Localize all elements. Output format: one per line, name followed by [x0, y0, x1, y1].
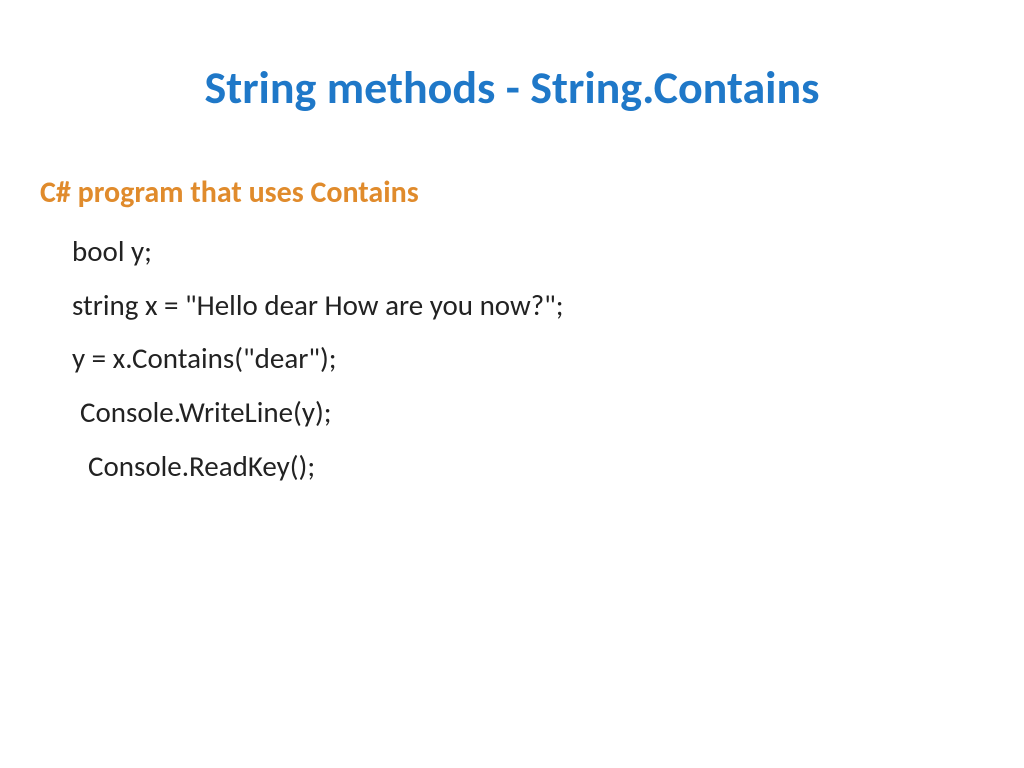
slide-subheading: C# program that uses Contains	[40, 174, 984, 211]
code-line: string x = "Hello dear How are you now?"…	[72, 279, 984, 333]
code-line: bool y;	[72, 225, 984, 279]
slide-title: String methods - String.Contains	[40, 60, 984, 116]
code-line: Console.ReadKey();	[72, 440, 984, 494]
code-block: bool y; string x = "Hello dear How are y…	[40, 225, 984, 493]
code-line: y = x.Contains("dear");	[72, 332, 984, 386]
code-line: Console.WriteLine(y);	[72, 386, 984, 440]
